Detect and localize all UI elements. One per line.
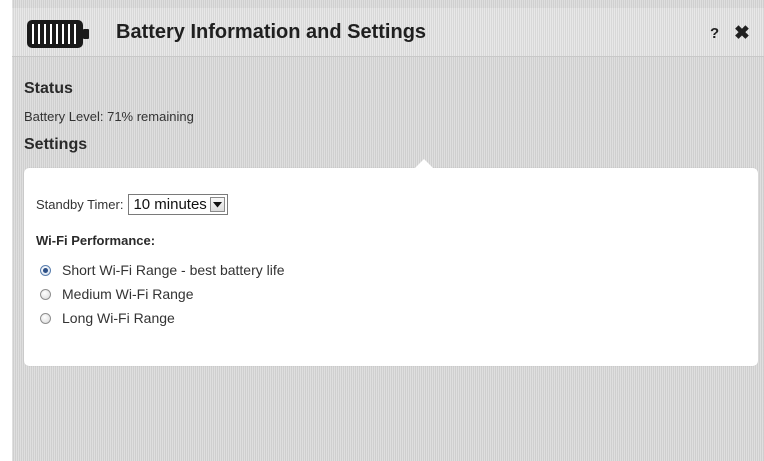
status-heading: Status [24, 80, 73, 97]
standby-timer-label: Standby Timer: [36, 197, 124, 212]
wifi-option-short[interactable]: Short Wi-Fi Range - best battery life [40, 262, 285, 278]
standby-timer-select[interactable]: 10 minutes [128, 194, 228, 215]
wifi-performance-heading: Wi-Fi Performance: [36, 233, 156, 248]
chevron-down-icon[interactable] [209, 197, 225, 212]
wifi-option-long[interactable]: Long Wi-Fi Range [40, 310, 175, 326]
battery-dialog: Battery Information and Settings ? ✖ Sta… [12, 0, 764, 461]
help-button[interactable]: ? [710, 25, 719, 42]
dialog-header: Battery Information and Settings ? ✖ [12, 8, 764, 57]
radio-button-short[interactable] [40, 264, 51, 276]
standby-timer-value[interactable]: 10 minutes [129, 195, 209, 214]
close-button[interactable]: ✖ [734, 22, 750, 45]
wifi-option-label[interactable]: Medium Wi-Fi Range [62, 286, 193, 302]
settings-panel: Standby Timer: 10 minutes Wi-Fi Performa… [24, 159, 758, 366]
settings-heading: Settings [24, 136, 88, 153]
standby-timer-row: Standby Timer: 10 minutes [36, 194, 228, 215]
radio-button-medium[interactable] [40, 288, 51, 300]
dialog-title: Battery Information and Settings [116, 21, 427, 43]
radio-button-long[interactable] [40, 312, 51, 324]
wifi-option-label[interactable]: Long Wi-Fi Range [62, 310, 175, 326]
wifi-option-label[interactable]: Short Wi-Fi Range - best battery life [62, 262, 285, 278]
panel-pointer [414, 159, 434, 169]
wifi-option-medium[interactable]: Medium Wi-Fi Range [40, 286, 193, 302]
battery-level-text: Battery Level: 71% remaining [24, 109, 194, 124]
battery-full-icon [27, 20, 89, 48]
